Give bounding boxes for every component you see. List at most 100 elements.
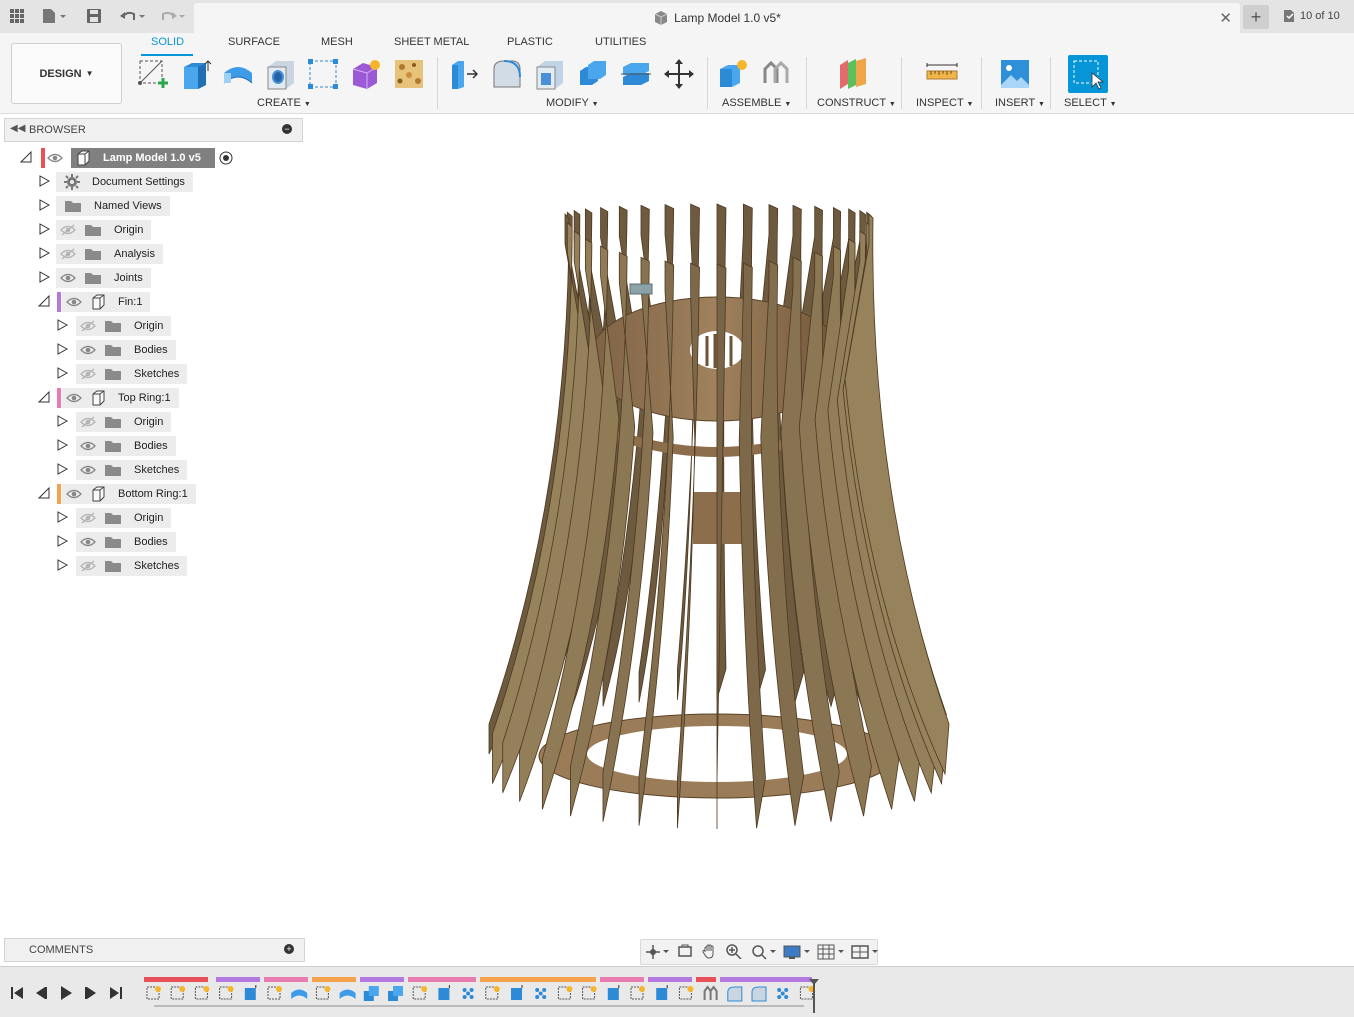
joint-icon[interactable] — [758, 56, 794, 92]
timeline-feature-sketch-icon[interactable] — [582, 986, 597, 1000]
timeline-feature-extrude-icon[interactable] — [438, 985, 450, 1000]
form-icon[interactable] — [348, 56, 384, 92]
timeline-group-bar[interactable] — [216, 977, 260, 982]
browser-item[interactable]: Fin:1 — [0, 291, 300, 312]
redo-icon[interactable] — [156, 4, 188, 28]
browser-item[interactable]: Bodies — [0, 435, 300, 456]
step-back-icon[interactable] — [33, 985, 49, 1001]
expand-triangle-icon[interactable] — [38, 223, 50, 235]
close-icon[interactable]: ✕ — [1219, 9, 1232, 27]
skip-to-end-icon[interactable] — [108, 985, 124, 1001]
timeline-feature-combine-icon[interactable] — [388, 986, 403, 1001]
timeline-feature-sketch-icon[interactable] — [315, 986, 331, 1000]
browser-item[interactable]: Bodies — [0, 531, 300, 552]
expand-triangle-icon[interactable] — [38, 271, 50, 283]
expand-triangle-icon[interactable] — [56, 535, 68, 547]
timeline-group-bar[interactable] — [480, 977, 596, 982]
timeline-feature-extrude-icon[interactable] — [244, 985, 257, 1000]
browser-item-pill[interactable]: Analysis — [56, 244, 163, 264]
combine-icon[interactable] — [575, 56, 611, 92]
revolve-icon[interactable] — [220, 56, 256, 92]
visibility-eye-icon[interactable] — [80, 464, 96, 476]
root-component[interactable]: Lamp Model 1.0 v5 — [71, 148, 215, 168]
visibility-eye-icon[interactable] — [80, 320, 96, 332]
browser-item[interactable]: Sketches — [0, 363, 300, 384]
browser-item-pill[interactable]: Sketches — [76, 364, 188, 384]
viewports-icon[interactable] — [851, 944, 879, 960]
browser-item[interactable]: Named Views — [0, 195, 300, 216]
press-pull-icon[interactable] — [446, 56, 482, 92]
timeline-feature-extrude-icon[interactable] — [656, 985, 668, 1000]
visibility-eye-icon[interactable] — [66, 488, 82, 500]
collapse-panel-icon[interactable]: ◀◀ — [10, 123, 25, 134]
timeline-feature-revolve-icon[interactable] — [291, 989, 308, 1000]
expand-triangle-icon[interactable] — [56, 463, 68, 475]
expand-triangle-icon[interactable] — [56, 343, 68, 355]
shell-icon[interactable] — [532, 56, 568, 92]
step-forward-icon[interactable] — [83, 985, 99, 1001]
modify-menu[interactable]: MODIFY ▼ — [546, 97, 599, 109]
undo-icon[interactable] — [116, 4, 148, 28]
timeline-group-bar[interactable] — [696, 977, 716, 982]
add-comment-icon[interactable]: + — [284, 944, 294, 954]
browser-item-pill[interactable]: Fin:1 — [62, 292, 151, 312]
timeline-feature-sketch-icon[interactable] — [485, 986, 500, 1000]
timeline-group-bar[interactable] — [264, 977, 308, 982]
browser-item-pill[interactable]: Origin — [76, 412, 172, 432]
browser-item-pill[interactable]: Bodies — [76, 532, 176, 552]
expand-triangle-icon[interactable] — [38, 295, 50, 307]
lamp-model[interactable] — [305, 114, 1354, 966]
timeline-group-bar[interactable] — [648, 977, 692, 982]
timeline-feature-extrude-icon[interactable] — [607, 985, 620, 1000]
skip-to-start-icon[interactable] — [9, 985, 25, 1001]
browser-item[interactable]: Bottom Ring:1 — [0, 483, 300, 504]
timeline-feature-sketch-icon[interactable] — [146, 986, 161, 1000]
new-component-icon[interactable] — [715, 56, 751, 92]
browser-item[interactable]: Sketches — [0, 459, 300, 480]
browser-item-pill[interactable]: Origin — [56, 220, 152, 240]
browser-item-pill[interactable]: Document Settings — [56, 172, 193, 192]
browser-root[interactable]: Lamp Model 1.0 v5 — [0, 147, 300, 168]
tab-utilities[interactable]: UTILITIES — [595, 36, 646, 48]
browser-item[interactable]: Joints — [0, 267, 300, 288]
visibility-eye-icon[interactable] — [80, 536, 96, 548]
browser-item[interactable]: Sketches — [0, 555, 300, 576]
tab-mesh[interactable]: MESH — [321, 36, 353, 48]
look-at-icon[interactable] — [677, 943, 693, 962]
browser-item-pill[interactable]: Bodies — [76, 436, 176, 456]
workspace-switcher[interactable]: DESIGN ▼ — [11, 43, 122, 104]
fillet-icon[interactable] — [489, 56, 525, 92]
joint-glyph[interactable] — [629, 283, 653, 295]
plus-icon[interactable]: + — [1243, 5, 1269, 29]
visibility-eye-icon[interactable] — [80, 512, 96, 524]
split-body-icon[interactable] — [618, 56, 654, 92]
pattern-icon[interactable] — [305, 56, 341, 92]
browser-item-pill[interactable]: Sketches — [76, 460, 188, 480]
visibility-eye-icon[interactable] — [66, 296, 82, 308]
tab-sheet-metal[interactable]: SHEET METAL — [394, 36, 469, 48]
browser-item[interactable]: Origin — [0, 219, 300, 240]
app-grid-icon[interactable] — [6, 4, 28, 28]
browser-item[interactable]: Origin — [0, 507, 300, 528]
tab-solid[interactable]: SOLID — [151, 36, 184, 48]
expand-triangle-icon[interactable] — [56, 511, 68, 523]
timeline-feature-sketch-icon[interactable] — [194, 986, 210, 1000]
create-menu[interactable]: CREATE ▼ — [257, 97, 311, 109]
visibility-eye-icon[interactable] — [60, 248, 76, 260]
tab-plastic[interactable]: PLASTIC — [507, 36, 553, 48]
timeline-feature-pattern-icon[interactable] — [535, 988, 547, 999]
offset-plane-icon[interactable] — [835, 56, 871, 92]
select-icon[interactable] — [1068, 55, 1108, 93]
timeline-feature-sketch-icon[interactable] — [412, 986, 428, 1000]
orbit-icon[interactable] — [645, 944, 669, 960]
timeline-feature-sketch-icon[interactable] — [678, 986, 694, 1000]
select-menu[interactable]: SELECT ▼ — [1064, 97, 1117, 109]
construct-menu[interactable]: CONSTRUCT ▼ — [817, 97, 896, 109]
browser-item[interactable]: Top Ring:1 — [0, 387, 300, 408]
timeline-feature-sketch-icon[interactable] — [170, 986, 186, 1000]
expand-triangle-icon[interactable] — [20, 151, 32, 163]
timeline-group-bar[interactable] — [144, 977, 208, 982]
assemble-menu[interactable]: ASSEMBLE ▼ — [722, 97, 791, 109]
timeline-feature-revolve-icon[interactable] — [339, 989, 356, 1000]
browser-item-pill[interactable]: Named Views — [56, 196, 170, 216]
